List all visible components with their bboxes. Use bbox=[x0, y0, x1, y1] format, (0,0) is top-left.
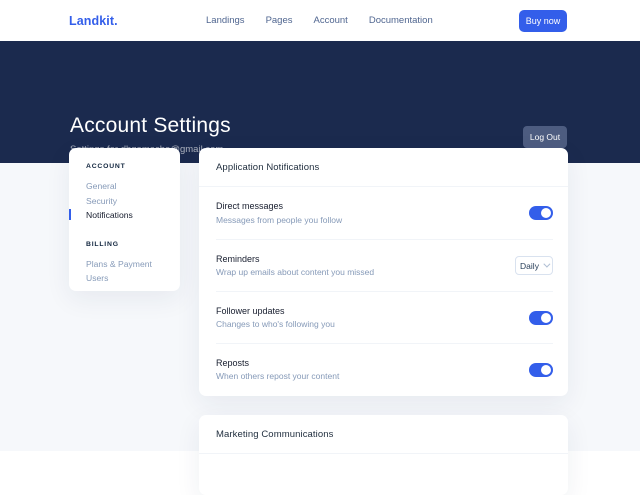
row-follower-updates: Follower updates Changes to who's follow… bbox=[216, 291, 553, 343]
buy-now-button[interactable]: Buy now bbox=[519, 10, 567, 32]
toggle-knob bbox=[541, 365, 551, 375]
follower-updates-toggle[interactable] bbox=[529, 311, 553, 325]
sidebar-item-general[interactable]: General bbox=[86, 181, 180, 196]
toggle-knob bbox=[541, 208, 551, 218]
select-value: Daily bbox=[520, 261, 539, 271]
logout-button[interactable]: Log Out bbox=[523, 126, 567, 148]
logo[interactable]: Landkit. bbox=[69, 14, 118, 28]
sidebar-heading-account: Account bbox=[86, 163, 180, 170]
chevron-down-icon bbox=[543, 261, 550, 268]
settings-sidebar: Account General Security Notifications B… bbox=[69, 148, 180, 291]
setting-subtitle: When others repost your content bbox=[216, 371, 339, 381]
reminders-frequency-select[interactable]: Daily bbox=[515, 256, 553, 275]
direct-messages-toggle[interactable] bbox=[529, 206, 553, 220]
card-header: Application Notifications bbox=[199, 148, 568, 187]
setting-title: Reminders bbox=[216, 254, 374, 264]
reposts-toggle[interactable] bbox=[529, 363, 553, 377]
setting-title: Follower updates bbox=[216, 306, 335, 316]
setting-subtitle: Wrap up emails about content you missed bbox=[216, 267, 374, 277]
application-notifications-card: Application Notifications Direct message… bbox=[199, 148, 568, 396]
setting-subtitle: Messages from people you follow bbox=[216, 215, 342, 225]
nav-item-account[interactable]: Account bbox=[314, 15, 348, 26]
sidebar-item-security[interactable]: Security bbox=[86, 196, 180, 211]
nav-item-pages[interactable]: Pages bbox=[266, 15, 293, 26]
toggle-knob bbox=[541, 313, 551, 323]
nav-item-documentation[interactable]: Documentation bbox=[369, 15, 433, 26]
card-title: Marketing Communications bbox=[216, 429, 334, 440]
card-title: Application Notifications bbox=[216, 162, 319, 173]
marketing-communications-card: Marketing Communications bbox=[199, 415, 568, 495]
sidebar-item-notifications[interactable]: Notifications bbox=[86, 210, 180, 225]
setting-title: Direct messages bbox=[216, 201, 342, 211]
row-reposts: Reposts When others repost your content bbox=[216, 343, 553, 395]
page-title: Account Settings bbox=[70, 114, 231, 138]
hero-header: Account Settings Settings for dhgamache@… bbox=[0, 41, 640, 163]
nav-item-landings[interactable]: Landings bbox=[206, 15, 245, 26]
sidebar-item-users[interactable]: Users bbox=[86, 273, 180, 288]
active-indicator bbox=[69, 209, 71, 220]
sidebar-item-label: Notifications bbox=[86, 210, 133, 220]
card-header: Marketing Communications bbox=[199, 415, 568, 454]
nav-links: Landings Pages Account Documentation bbox=[206, 0, 433, 41]
sidebar-item-plans-payment[interactable]: Plans & Payment bbox=[86, 259, 180, 274]
row-reminders: Reminders Wrap up emails about content y… bbox=[216, 239, 553, 291]
setting-subtitle: Changes to who's following you bbox=[216, 319, 335, 329]
sidebar-heading-billing: Billing bbox=[86, 241, 180, 248]
top-navbar: Landkit. Landings Pages Account Document… bbox=[0, 0, 640, 41]
setting-title: Reposts bbox=[216, 358, 339, 368]
row-direct-messages: Direct messages Messages from people you… bbox=[216, 187, 553, 239]
